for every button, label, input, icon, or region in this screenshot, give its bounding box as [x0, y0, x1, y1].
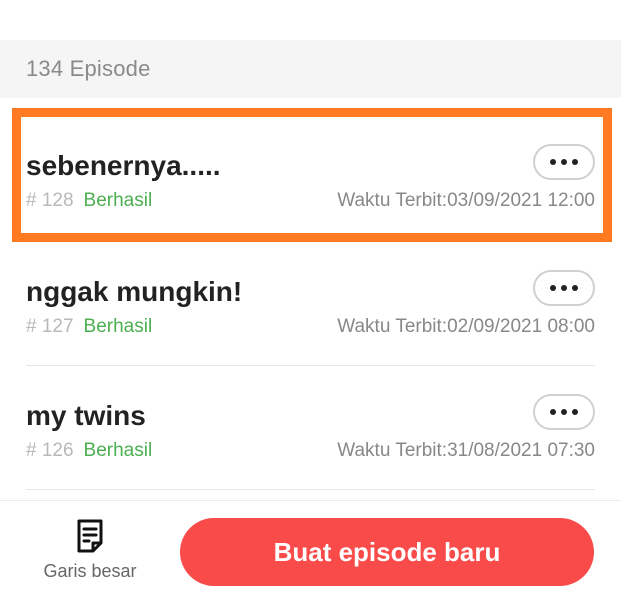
episode-title: my twins — [26, 400, 146, 431]
episode-status: Berhasil — [83, 440, 153, 461]
episode-status: Berhasil — [83, 316, 153, 337]
episode-publish-time: Waktu Terbit:31/08/2021 07:30 — [337, 440, 595, 461]
episode-list: sebenernya..... # 128 Berhasil Waktu Ter… — [0, 98, 621, 490]
more-options-button[interactable] — [533, 270, 595, 306]
more-dots-icon — [572, 285, 578, 291]
episode-number: # 126 — [26, 440, 74, 461]
episode-meta: # 127 Berhasil — [26, 316, 152, 338]
episode-count: 134 Episode — [26, 56, 151, 81]
more-dots-icon — [561, 285, 567, 291]
episode-number: # 127 — [26, 316, 74, 337]
more-dots-icon — [550, 409, 556, 415]
bottom-action-bar: Garis besar Buat episode baru — [0, 500, 621, 600]
episode-meta: # 126 Berhasil — [26, 440, 152, 462]
episode-title: nggak mungkin! — [26, 276, 243, 307]
episode-count-bar: 134 Episode — [0, 40, 621, 98]
document-list-icon — [77, 519, 103, 553]
episode-item[interactable]: sebenernya..... # 128 Berhasil Waktu Ter… — [26, 98, 595, 242]
more-dots-icon — [550, 285, 556, 291]
more-dots-icon — [572, 409, 578, 415]
episode-meta: # 128 Berhasil — [26, 190, 152, 212]
more-dots-icon — [572, 159, 578, 165]
more-dots-icon — [550, 159, 556, 165]
more-options-button[interactable] — [533, 144, 595, 180]
outline-label: Garis besar — [43, 561, 137, 581]
episode-publish-time: Waktu Terbit:03/09/2021 12:00 — [337, 190, 595, 211]
outline-button[interactable]: Garis besar — [30, 519, 150, 589]
create-episode-button[interactable]: Buat episode baru — [180, 518, 594, 586]
episode-publish-time: Waktu Terbit:02/09/2021 08:00 — [337, 316, 595, 337]
more-dots-icon — [561, 409, 567, 415]
episode-status: Berhasil — [83, 190, 153, 211]
episode-title: sebenernya..... — [26, 150, 221, 181]
episode-item[interactable]: nggak mungkin! # 127 Berhasil Waktu Terb… — [26, 242, 595, 366]
more-dots-icon — [561, 159, 567, 165]
more-options-button[interactable] — [533, 394, 595, 430]
top-spacer — [0, 0, 621, 40]
episode-item[interactable]: my twins # 126 Berhasil Waktu Terbit:31/… — [26, 366, 595, 490]
episode-number: # 128 — [26, 190, 74, 211]
